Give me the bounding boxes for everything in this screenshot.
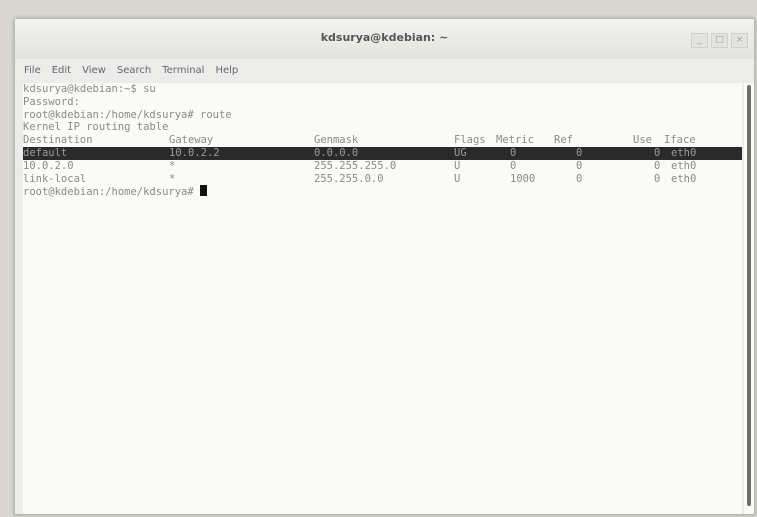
- terminal-line: kdsurya@kdebian:~$ su: [23, 83, 156, 95]
- row-use: 0: [654, 146, 661, 159]
- row-ref: 0: [576, 146, 583, 159]
- menu-bar: File Edit View Search Terminal Help: [15, 59, 754, 81]
- route-table-header: Destination Gateway Genmask Flags Metric…: [23, 134, 742, 147]
- table-row: 10.0.2.0 * 255.255.255.0 U 0 0 0 eth0: [23, 160, 742, 173]
- window-title: kdsurya@kdebian: ~: [320, 31, 449, 44]
- row-metric: 0: [510, 146, 517, 159]
- row-iface: eth0: [671, 159, 697, 172]
- terminal-window: kdsurya@kdebian: ~ _ □ × File Edit View …: [14, 18, 755, 515]
- row-gateway: *: [169, 172, 176, 185]
- minimize-icon[interactable]: _: [691, 33, 708, 48]
- row-destination: link-local: [23, 172, 87, 185]
- scrollbar[interactable]: [744, 83, 754, 514]
- maximize-icon[interactable]: □: [711, 33, 728, 48]
- row-destination: default: [23, 146, 68, 159]
- row-genmask: 255.255.255.0: [314, 159, 397, 172]
- menu-help[interactable]: Help: [215, 65, 238, 76]
- header-gateway: Gateway: [169, 134, 214, 147]
- menu-terminal[interactable]: Terminal: [162, 65, 204, 76]
- terminal-line: root@kdebian:/home/kdsurya# route: [23, 108, 232, 121]
- header-flags: Flags: [454, 134, 486, 147]
- header-destination: Destination: [23, 134, 93, 147]
- terminal-prompt-line: root@kdebian:/home/kdsurya#: [23, 185, 742, 198]
- menu-view[interactable]: View: [82, 65, 106, 76]
- row-gateway: 10.0.2.2: [169, 146, 220, 159]
- header-metric: Metric: [496, 134, 534, 147]
- header-ref: Ref: [554, 134, 573, 147]
- menu-edit[interactable]: Edit: [52, 65, 71, 76]
- row-iface: eth0: [671, 146, 697, 159]
- text-cursor: [199, 185, 207, 197]
- row-flags: U: [454, 172, 461, 185]
- row-use: 0: [654, 172, 661, 185]
- header-use: Use: [633, 134, 652, 147]
- menu-search[interactable]: Search: [117, 65, 151, 76]
- menu-file[interactable]: File: [24, 65, 41, 76]
- terminal-output[interactable]: kdsurya@kdebian:~$ su Password: root@kde…: [23, 83, 742, 514]
- shell-prompt: root@kdebian:/home/kdsurya#: [23, 186, 194, 199]
- terminal-line: Kernel IP routing table: [23, 121, 169, 134]
- row-genmask: 255.255.0.0: [314, 172, 384, 185]
- close-icon[interactable]: ×: [731, 33, 748, 48]
- row-flags: UG: [454, 146, 467, 159]
- title-bar[interactable]: kdsurya@kdebian: ~ _ □ ×: [15, 19, 754, 60]
- header-genmask: Genmask: [314, 134, 359, 147]
- terminal-line: Password:: [23, 95, 80, 108]
- row-ref: 0: [576, 159, 583, 172]
- row-genmask: 0.0.0.0: [314, 146, 359, 159]
- header-iface: Iface: [664, 134, 696, 147]
- row-ref: 0: [576, 172, 583, 185]
- row-metric: 0: [510, 159, 517, 172]
- scrollbar-thumb[interactable]: [747, 85, 751, 506]
- window-controls: _ □ ×: [691, 33, 748, 48]
- row-metric: 1000: [510, 172, 536, 185]
- row-destination: 10.0.2.0: [23, 159, 74, 172]
- row-iface: eth0: [671, 172, 697, 185]
- row-use: 0: [654, 159, 661, 172]
- row-flags: U: [454, 159, 461, 172]
- row-gateway: *: [169, 159, 176, 172]
- table-row: link-local * 255.255.0.0 U 1000 0 0 eth0: [23, 173, 742, 186]
- table-row: default 10.0.2.2 0.0.0.0 UG 0 0 0 eth0: [23, 146, 742, 160]
